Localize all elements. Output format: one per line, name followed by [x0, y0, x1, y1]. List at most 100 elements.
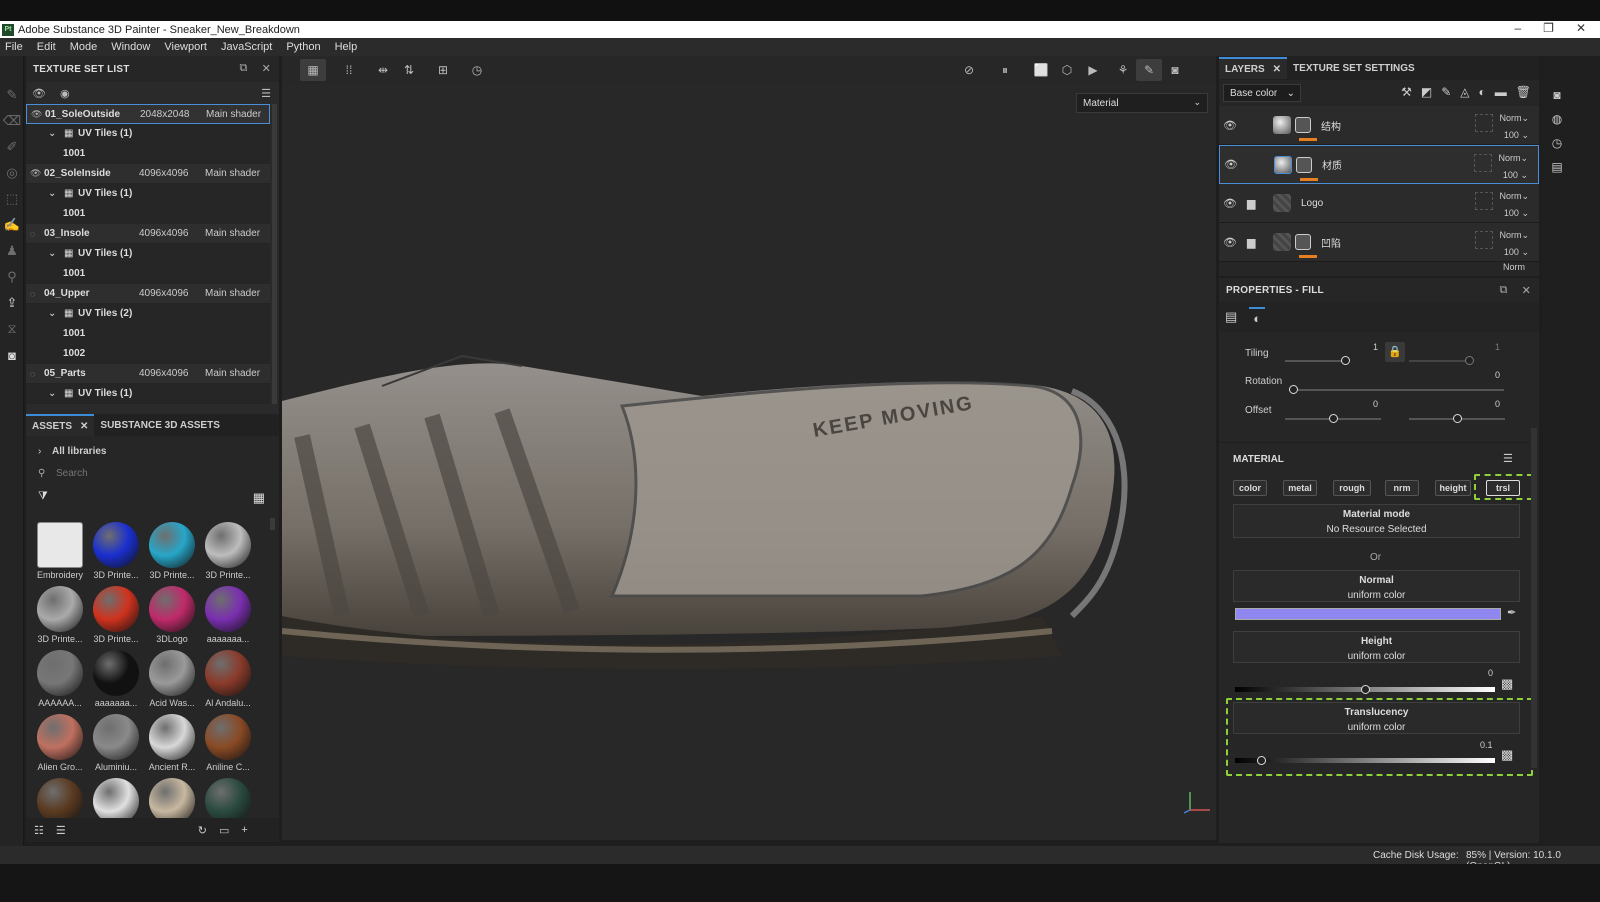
- uv-tile-row[interactable]: 1001: [26, 204, 270, 224]
- tab-layers[interactable]: LAYERS ✕: [1219, 57, 1288, 79]
- asset-thumbnail[interactable]: 3D Printe...: [88, 522, 144, 582]
- blend-mode[interactable]: Norm: [1499, 113, 1521, 123]
- eye-icon[interactable]: ◌: [30, 289, 44, 299]
- screenshot-icon[interactable]: ◙: [1162, 59, 1188, 81]
- eyedropper-icon[interactable]: ✒: [1507, 606, 1516, 619]
- eye-icon[interactable]: 👁: [1223, 119, 1243, 132]
- list-view-icon[interactable]: ☷: [34, 824, 44, 837]
- log-icon[interactable]: ▤: [1551, 160, 1562, 174]
- folder-icon[interactable]: ▭: [219, 824, 229, 837]
- search-input[interactable]: [56, 467, 236, 479]
- close-icon[interactable]: ✕: [262, 62, 271, 75]
- scrollbar[interactable]: [272, 104, 277, 404]
- mask-thumbnail[interactable]: [1295, 117, 1311, 133]
- menu-window[interactable]: Window: [111, 41, 150, 53]
- clone-icon[interactable]: ♟: [0, 238, 24, 264]
- smudge-icon[interactable]: ✍: [0, 212, 24, 238]
- tree-view-icon[interactable]: ☰: [56, 824, 66, 837]
- chip-nrm[interactable]: nrm: [1385, 480, 1419, 496]
- tiling-slider[interactable]: [1285, 356, 1350, 365]
- chip-rough[interactable]: rough: [1333, 480, 1371, 496]
- chip-color[interactable]: color: [1233, 480, 1267, 496]
- height-value[interactable]: 0: [1488, 668, 1493, 678]
- mirror-y-icon[interactable]: ⇅: [396, 59, 422, 81]
- material-properties-icon[interactable]: ◐: [1249, 306, 1266, 328]
- offset-slider-y[interactable]: [1409, 414, 1505, 423]
- eye-icon[interactable]: 👁: [1223, 236, 1243, 249]
- translucency-channel-box[interactable]: Translucency uniform color: [1233, 702, 1520, 734]
- visibility-icon[interactable]: 👁: [32, 87, 46, 100]
- uv-tiles-row[interactable]: ⌄ ▦ UV Tiles (1): [26, 124, 270, 144]
- asset-thumbnail[interactable]: Aniline C...: [200, 714, 256, 774]
- asset-thumbnail[interactable]: Acid Was...: [144, 650, 200, 710]
- material-mode-box[interactable]: Material mode No Resource Selected: [1233, 504, 1520, 538]
- history-icon[interactable]: ◷: [1552, 136, 1562, 150]
- tiling-slider-2[interactable]: [1409, 356, 1474, 365]
- mask-thumbnail[interactable]: [1295, 234, 1311, 250]
- blend-mode[interactable]: Norm: [1499, 230, 1521, 240]
- menu-file[interactable]: File: [5, 41, 23, 53]
- pause-icon[interactable]: ⏸: [992, 59, 1018, 81]
- asset-thumbnail[interactable]: 3D Printe...: [88, 586, 144, 646]
- bake-icon[interactable]: ⧖: [0, 316, 24, 342]
- asset-thumbnail[interactable]: aaaaaaa...: [200, 586, 256, 646]
- effects-icon[interactable]: ⚒: [1401, 85, 1412, 99]
- tiling-value-2[interactable]: 1: [1495, 342, 1500, 352]
- camera-ortho-icon[interactable]: ⬜: [1028, 59, 1054, 81]
- history-icon[interactable]: ◷: [464, 59, 490, 81]
- camera-settings-icon[interactable]: ◙: [1553, 88, 1560, 102]
- opacity-value[interactable]: 100: [1504, 247, 1519, 257]
- layer-row[interactable]: 👁 结构 Norm⌄ 100 ⌄: [1219, 106, 1539, 145]
- checker-icon[interactable]: ▩: [1501, 676, 1513, 692]
- uv-tile-row[interactable]: 1002: [26, 344, 270, 364]
- asset-thumbnail[interactable]: 3D Printe...: [200, 522, 256, 582]
- menu-edit[interactable]: Edit: [37, 41, 56, 53]
- mirror-x-icon[interactable]: ⇹: [370, 59, 396, 81]
- offset-slider-x[interactable]: [1285, 414, 1381, 423]
- close-icon[interactable]: ✕: [1273, 64, 1281, 75]
- color-picker-icon[interactable]: ⚲: [0, 264, 24, 290]
- chevron-down-icon[interactable]: ⌄: [48, 188, 64, 199]
- polygon-fill-icon[interactable]: ⬚: [0, 186, 24, 212]
- libraries-row[interactable]: › All libraries: [26, 440, 279, 462]
- hide-ui-icon[interactable]: ⊘: [956, 59, 982, 81]
- minimize-icon[interactable]: –: [1514, 21, 1521, 35]
- texture-set-row[interactable]: 👁 02_SoleInside 4096x4096 Main shader: [26, 164, 270, 184]
- grid-snap-icon[interactable]: ▦: [300, 59, 326, 81]
- uv-tile-row[interactable]: 1001: [26, 144, 270, 164]
- paint-brush-icon[interactable]: ✎: [0, 82, 24, 108]
- uv-tiles-row[interactable]: ⌄ ▦ UV Tiles (1): [26, 184, 270, 204]
- undock-icon[interactable]: ⧉: [240, 62, 248, 75]
- eye-icon[interactable]: ◌: [30, 229, 44, 239]
- asset-thumbnail[interactable]: Alien Gro...: [32, 714, 88, 774]
- menu-viewport[interactable]: Viewport: [164, 41, 207, 53]
- texture-set-row[interactable]: 👁 01_SoleOutside 2048x2048 Main shader: [26, 104, 270, 124]
- eye-icon[interactable]: 👁: [30, 168, 44, 179]
- uv-tile-row[interactable]: 1001: [26, 264, 270, 284]
- rotation-slider[interactable]: [1289, 385, 1504, 394]
- asset-thumbnail[interactable]: Embroidery: [32, 522, 88, 582]
- eye-icon[interactable]: ◌: [30, 369, 44, 379]
- material-mode-dropdown[interactable]: Material ⌄: [1076, 93, 1208, 113]
- uv-tiles-row[interactable]: ⌄ ▦ UV Tiles (2): [26, 304, 270, 324]
- offset-value-y[interactable]: 0: [1495, 399, 1500, 409]
- tiling-value[interactable]: 1: [1373, 342, 1378, 352]
- lock-icon[interactable]: 🔒: [1385, 342, 1405, 362]
- asset-thumbnail[interactable]: aaaaaaa...: [88, 650, 144, 710]
- menu-icon[interactable]: ☰: [1503, 452, 1513, 465]
- eye-icon[interactable]: 👁: [1224, 158, 1244, 171]
- uv-tiles-row[interactable]: ⌄ ▦ UV Tiles (1): [26, 244, 270, 264]
- chevron-down-icon[interactable]: ⌄: [48, 128, 64, 139]
- uv-tile-row[interactable]: 1001: [26, 324, 270, 344]
- refresh-icon[interactable]: ↻: [198, 824, 207, 837]
- viewport[interactable]: ▦ ⁞⁞ ⇹ ⇅ ⊞ ◷ ⊘ ⏸ ⬜ ⬡ ▶ ⚘ ✎ ◙ Material ⌄ K…: [282, 56, 1216, 840]
- environment-icon[interactable]: ◍: [1552, 112, 1562, 126]
- chevron-down-icon[interactable]: ⌄: [48, 388, 64, 399]
- maximize-icon[interactable]: ❐: [1543, 21, 1554, 35]
- translucency-value[interactable]: 0.1: [1480, 740, 1493, 750]
- opacity-value[interactable]: 100: [1504, 130, 1519, 140]
- chevron-down-icon[interactable]: ⌄: [48, 308, 64, 319]
- export-icon[interactable]: ⇪: [0, 290, 24, 316]
- undock-icon[interactable]: ⧉: [1500, 284, 1508, 297]
- eye-icon[interactable]: 👁: [1223, 197, 1243, 210]
